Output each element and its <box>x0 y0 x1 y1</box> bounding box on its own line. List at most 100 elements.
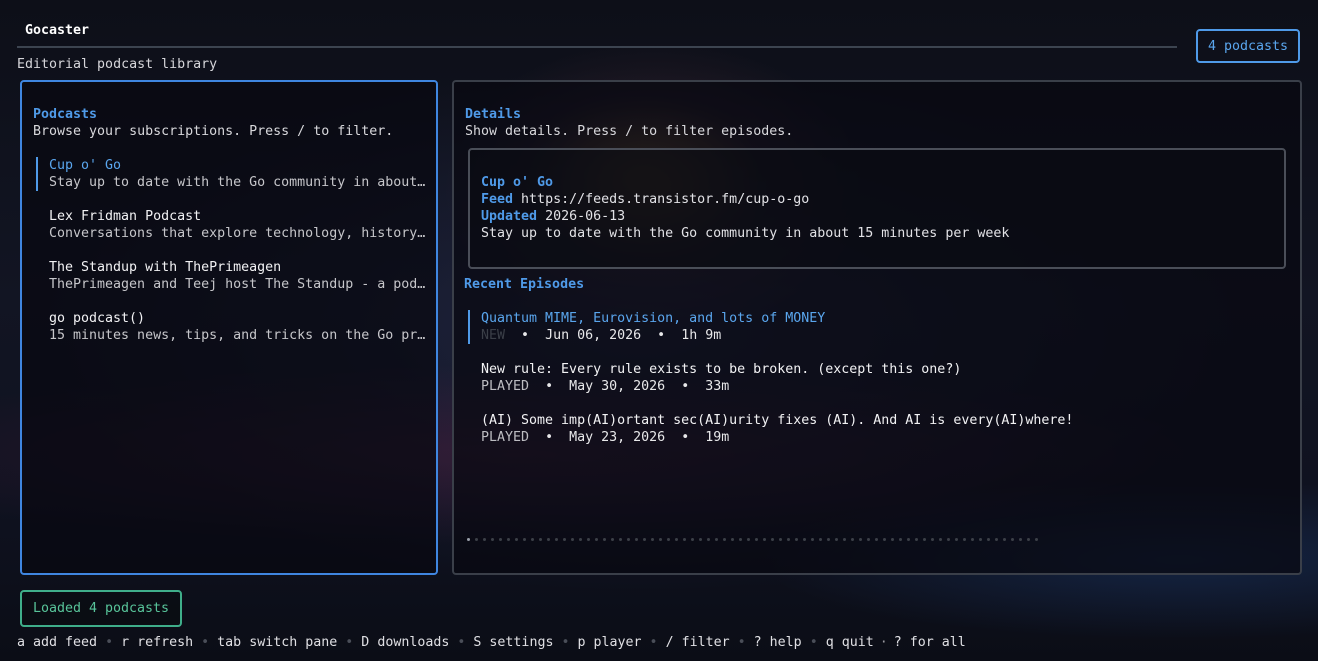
pagination-dot <box>1035 538 1038 541</box>
episode-item[interactable]: New rule: Every rule exists to be broken… <box>481 361 961 395</box>
pagination-dot <box>643 538 646 541</box>
pagination-dot <box>979 538 982 541</box>
podcasts-heading: Podcasts <box>33 107 98 122</box>
pagination-dot <box>483 538 486 541</box>
details-heading: Details <box>465 107 522 122</box>
help-separator: • <box>737 635 746 650</box>
podcast-item-cup-o-go[interactable]: Cup o' Go Stay up to date with the Go co… <box>36 157 429 191</box>
meta-separator: • <box>681 379 690 394</box>
help-label: quit <box>833 635 874 650</box>
pagination-dot <box>907 538 910 541</box>
episode-status-badge: PLAYED <box>481 430 530 445</box>
pagination-dot <box>1019 538 1022 541</box>
help-label: help <box>761 635 802 650</box>
podcast-item-title: Cup o' Go <box>49 158 122 173</box>
pagination-dot <box>955 538 958 541</box>
help-item: r refresh <box>121 635 193 650</box>
help-label: downloads <box>369 635 450 650</box>
podcast-item-description: Stay up to date with the Go community in… <box>49 175 429 190</box>
pagination-dot <box>923 538 926 541</box>
episode-item[interactable]: Quantum MIME, Eurovision, and lots of MO… <box>468 310 825 344</box>
pagination-dot <box>891 538 894 541</box>
help-separator: • <box>457 635 466 650</box>
episode-meta: NEW • Jun 06, 2026 • 1h 9m <box>481 327 825 344</box>
help-item: / filter <box>666 635 730 650</box>
pagination-dot <box>827 538 830 541</box>
help-separator: • <box>105 635 114 650</box>
podcast-item-title: Lex Fridman Podcast <box>49 209 202 224</box>
help-label: switch pane <box>241 635 338 650</box>
pagination-dot <box>507 538 510 541</box>
help-item: ? help <box>754 635 802 650</box>
pagination-dot <box>771 538 774 541</box>
help-label: filter <box>673 635 730 650</box>
updated-label: Updated <box>481 209 538 224</box>
details-description: Show details. Press / to filter episodes… <box>465 124 794 139</box>
pagination-dot <box>747 538 750 541</box>
pagination-dot <box>867 538 870 541</box>
pagination-dot <box>915 538 918 541</box>
app-title: Gocaster <box>25 23 90 38</box>
help-item-all: ? for all <box>893 635 966 650</box>
episode-title: New rule: Every rule exists to be broken… <box>481 362 962 377</box>
pagination-dot <box>539 538 542 541</box>
help-separator: • <box>649 635 658 650</box>
episode-date: May 23, 2026 <box>569 430 666 445</box>
podcast-item-go-podcast[interactable]: go podcast() 15 minutes news, tips, and … <box>36 310 429 344</box>
updated-date: 2026-06-13 <box>545 209 626 224</box>
pagination-dot <box>627 538 630 541</box>
help-item: q quit <box>826 635 874 650</box>
pagination-dot <box>675 538 678 541</box>
pagination-dot <box>795 538 798 541</box>
pagination-dot <box>1003 538 1006 541</box>
help-separator: • <box>561 635 570 650</box>
pagination-dot <box>787 538 790 541</box>
help-key: a <box>17 635 26 650</box>
episode-date: Jun 06, 2026 <box>545 328 642 343</box>
pagination-dot <box>651 538 654 541</box>
pagination-dot <box>899 538 902 541</box>
pagination-dot <box>883 538 886 541</box>
pagination-dot <box>531 538 534 541</box>
podcast-item-description: ThePrimeagen and Teej host The Standup -… <box>49 277 429 292</box>
episode-pagination-dots[interactable] <box>467 538 1041 541</box>
pagination-dot <box>635 538 638 541</box>
episode-title: (AI) Some imp(AI)ortant sec(AI)urity fix… <box>481 413 1074 428</box>
pagination-dot <box>731 538 734 541</box>
pagination-dot <box>715 538 718 541</box>
podcast-item-title: The Standup with ThePrimeagen <box>49 260 282 275</box>
episode-title: Quantum MIME, Eurovision, and lots of MO… <box>481 311 826 326</box>
pagination-dot <box>947 538 950 541</box>
help-item: p player <box>577 635 641 650</box>
podcast-item-the-standup[interactable]: The Standup with ThePrimeagen ThePrimeag… <box>36 259 429 293</box>
feed-url[interactable]: https://feeds.transistor.fm/cup-o-go <box>521 192 809 207</box>
detail-updated-row: Updated 2026-06-13 <box>481 208 625 225</box>
recent-episodes-heading: Recent Episodes <box>464 277 585 292</box>
pagination-dot <box>579 538 582 541</box>
pagination-dot <box>547 538 550 541</box>
episode-item[interactable]: (AI) Some imp(AI)ortant sec(AI)urity fix… <box>481 412 1073 446</box>
episode-status-badge: PLAYED <box>481 379 530 394</box>
pagination-dot <box>755 538 758 541</box>
pagination-dot <box>691 538 694 541</box>
help-label: player <box>585 635 642 650</box>
pagination-dot <box>603 538 606 541</box>
podcasts-description: Browse your subscriptions. Press / to fi… <box>33 124 394 139</box>
episode-duration: 33m <box>705 379 730 394</box>
pagination-dot <box>875 538 878 541</box>
meta-separator: • <box>657 328 666 343</box>
pagination-dot <box>659 538 662 541</box>
help-separator: • <box>809 635 818 650</box>
pagination-dot <box>939 538 942 541</box>
pagination-dot <box>571 538 574 541</box>
pagination-dot <box>1027 538 1030 541</box>
title-divider <box>17 46 1177 48</box>
detail-feed-row: Feed https://feeds.transistor.fm/cup-o-g… <box>481 191 809 208</box>
help-separator: • <box>201 635 210 650</box>
help-item: D downloads <box>361 635 449 650</box>
pagination-dot <box>523 538 526 541</box>
episode-date: May 30, 2026 <box>569 379 666 394</box>
pagination-dot <box>475 538 478 541</box>
help-item: S settings <box>473 635 553 650</box>
podcast-item-lex-fridman[interactable]: Lex Fridman Podcast Conversations that e… <box>36 208 429 242</box>
